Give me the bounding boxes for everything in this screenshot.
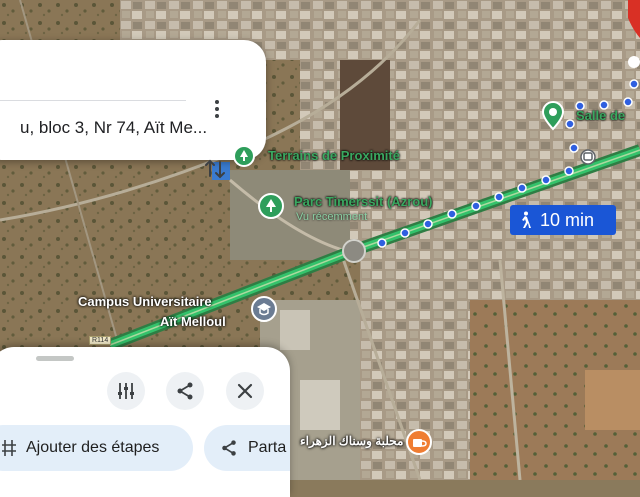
share-chip[interactable]: Parta: [204, 425, 290, 471]
share-icon: [177, 382, 193, 400]
place-label-mahal[interactable]: محلبة وسناك الزهراء: [300, 434, 403, 448]
route-card: [0, 40, 266, 179]
walk-duration-text: 10 min: [540, 209, 595, 230]
sliders-icon: [118, 383, 134, 399]
route-divider: [0, 100, 186, 101]
destination-field[interactable]: u, bloc 3, Nr 74, Aït Me...: [20, 118, 207, 138]
place-label-parc[interactable]: Parc Timerssit (Azrou): [294, 194, 432, 209]
cafe-marker-icon[interactable]: [405, 428, 433, 461]
place-marker-icon[interactable]: [540, 101, 566, 136]
add-stops-chip[interactable]: Ajouter des étapes: [0, 425, 193, 471]
walking-icon: [522, 211, 531, 228]
route-options-button[interactable]: [107, 372, 145, 410]
place-label-salle[interactable]: Salle de: [576, 108, 625, 123]
swap-directions-icon[interactable]: [202, 156, 228, 182]
bottom-sheet: [0, 347, 290, 497]
more-options-icon[interactable]: [212, 100, 222, 122]
share-icon: [222, 440, 236, 456]
walk-duration-badge[interactable]: 10 min: [510, 205, 616, 235]
recently-viewed-label: Vu récemment: [296, 211, 368, 223]
add-stop-icon: [2, 440, 16, 456]
place-label-terrains[interactable]: Terrains de Proximité: [268, 148, 400, 163]
share-button[interactable]: [166, 372, 204, 410]
close-button[interactable]: [226, 372, 264, 410]
sheet-drag-handle[interactable]: [36, 356, 74, 361]
share-chip-label: Parta: [248, 439, 287, 456]
road-number-tag: R114: [89, 336, 112, 345]
park-marker-icon[interactable]: [233, 145, 255, 172]
park-marker-icon[interactable]: [258, 193, 284, 224]
place-label-campus-city[interactable]: Aït Melloul: [160, 314, 226, 329]
place-label-campus[interactable]: Campus Universitaire: [78, 294, 212, 309]
add-stops-label: Ajouter des étapes: [26, 439, 160, 456]
close-icon: [237, 383, 253, 399]
school-marker-icon[interactable]: [250, 295, 278, 328]
